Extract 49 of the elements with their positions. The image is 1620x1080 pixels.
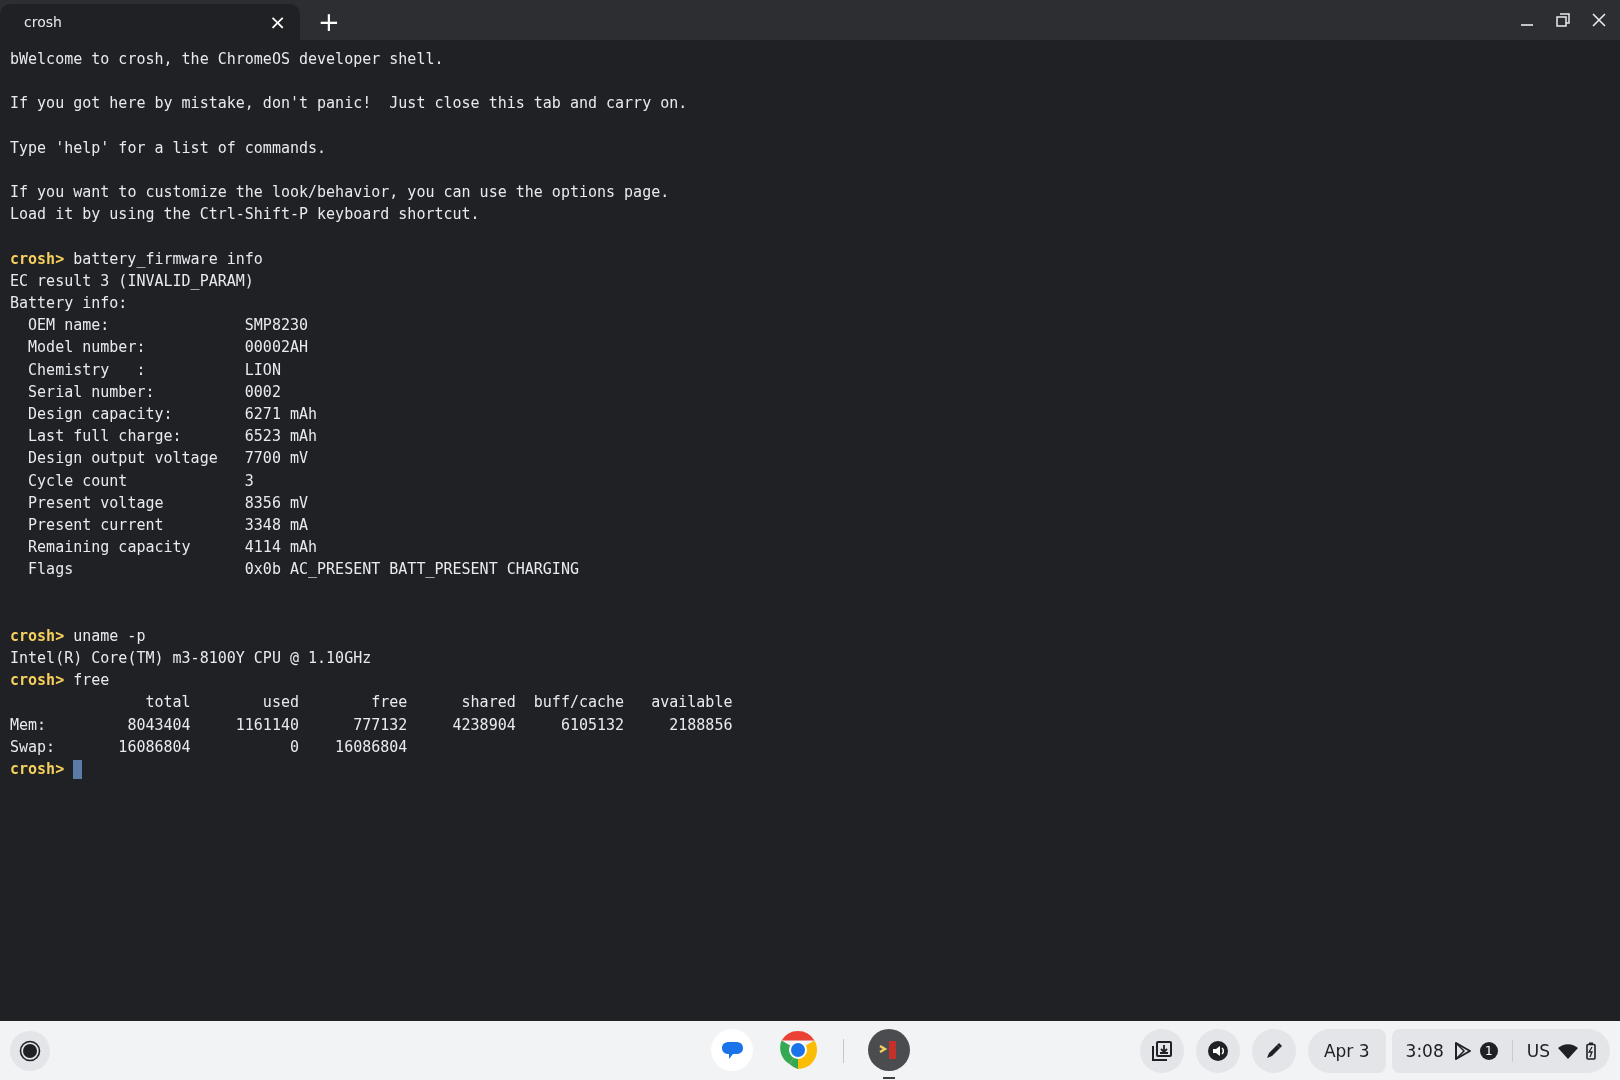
terminal-output-line: Present voltage 8356 mV xyxy=(27,492,308,514)
new-tab-button[interactable]: + xyxy=(318,9,340,35)
tab-title: crosh xyxy=(24,14,62,30)
keyboard-layout: US xyxy=(1526,1040,1550,1061)
shell-prompt: crosh> xyxy=(10,759,65,780)
terminal-output-line: total used free shared buff/cache available xyxy=(144,692,733,714)
terminal-output-line: Mem: 8043404 1161140 777132 4238904 6105132 2188856 xyxy=(10,714,733,736)
launcher-button[interactable] xyxy=(10,1030,50,1071)
shell-prompt: crosh> xyxy=(10,248,65,270)
chat-bubble-icon xyxy=(710,1028,753,1071)
terminal-output-line: Design output voltage 7700 mV xyxy=(27,448,308,470)
terminal-output-line: Chemistry : LION xyxy=(27,359,281,381)
command-text: battery_firmware info xyxy=(73,248,263,270)
terminal-output-line: OEM name: SMP8230 xyxy=(27,315,308,337)
notification-count: 1 xyxy=(1479,1041,1498,1060)
shell-prompt: crosh> xyxy=(10,670,65,692)
terminal-output-line: Remaining capacity 4114 mAh xyxy=(27,537,318,559)
terminal-icon xyxy=(867,1028,910,1071)
download-stack-icon xyxy=(1150,1039,1173,1062)
tab[interactable]: crosh × xyxy=(0,4,300,40)
terminal-output-line: Serial number: 0002 xyxy=(27,381,281,403)
terminal-output-line: Type 'help' for a list of commands. xyxy=(10,137,327,159)
launcher-ring-icon xyxy=(19,1039,41,1062)
date-display[interactable]: Apr 3 xyxy=(1307,1028,1386,1073)
terminal-output-line: Swap: 16086804 0 16086804 xyxy=(10,736,408,758)
terminal-output-line: Cycle count 3 xyxy=(27,470,254,492)
terminal-output-line: Battery info: xyxy=(10,293,128,315)
terminal-output-line: Present current 3348 mA xyxy=(27,514,308,536)
command-text: free xyxy=(73,670,110,692)
speaker-icon xyxy=(1206,1039,1229,1062)
terminal-output-line: Load it by using the Ctrl-Shift-P keyboard shortcut. xyxy=(10,204,480,226)
terminal-output-line: If you want to customize the look/behavior, you can use the options page. xyxy=(10,182,670,204)
terminal-output-line: Flags 0x0b AC_PRESENT BATT_PRESENT CHARGING xyxy=(27,559,579,581)
restore-icon[interactable] xyxy=(1556,13,1570,27)
shell-prompt: crosh> xyxy=(10,625,65,647)
tab-close-button[interactable]: × xyxy=(269,12,286,32)
terminal-output-line: If you got here by mistake, don't panic! Just close this tab and carry on. xyxy=(10,93,688,115)
terminal-output-line: bWelcome to crosh, the ChromeOS developer shell. xyxy=(10,49,444,70)
battery-charging-icon xyxy=(1586,1041,1596,1060)
command-text: uname -p xyxy=(73,625,146,647)
terminal-output-line: EC result 3 (INVALID_PARAM) xyxy=(10,270,254,292)
wifi-icon xyxy=(1558,1042,1578,1059)
terminal-output-line: Last full charge: 6523 mAh xyxy=(27,426,318,448)
terminal-output-line: Model number: 00002AH xyxy=(27,337,308,359)
clock-time: 3:08 xyxy=(1405,1040,1444,1061)
close-icon[interactable] xyxy=(1592,13,1606,27)
terminal-output-line: Design capacity: 6271 mAh xyxy=(27,404,318,425)
terminal-output-line: Intel(R) Core(TM) m3-8100Y CPU @ 1.10GHz xyxy=(10,648,372,670)
status-area[interactable]: 3:08 1 US xyxy=(1391,1028,1610,1073)
